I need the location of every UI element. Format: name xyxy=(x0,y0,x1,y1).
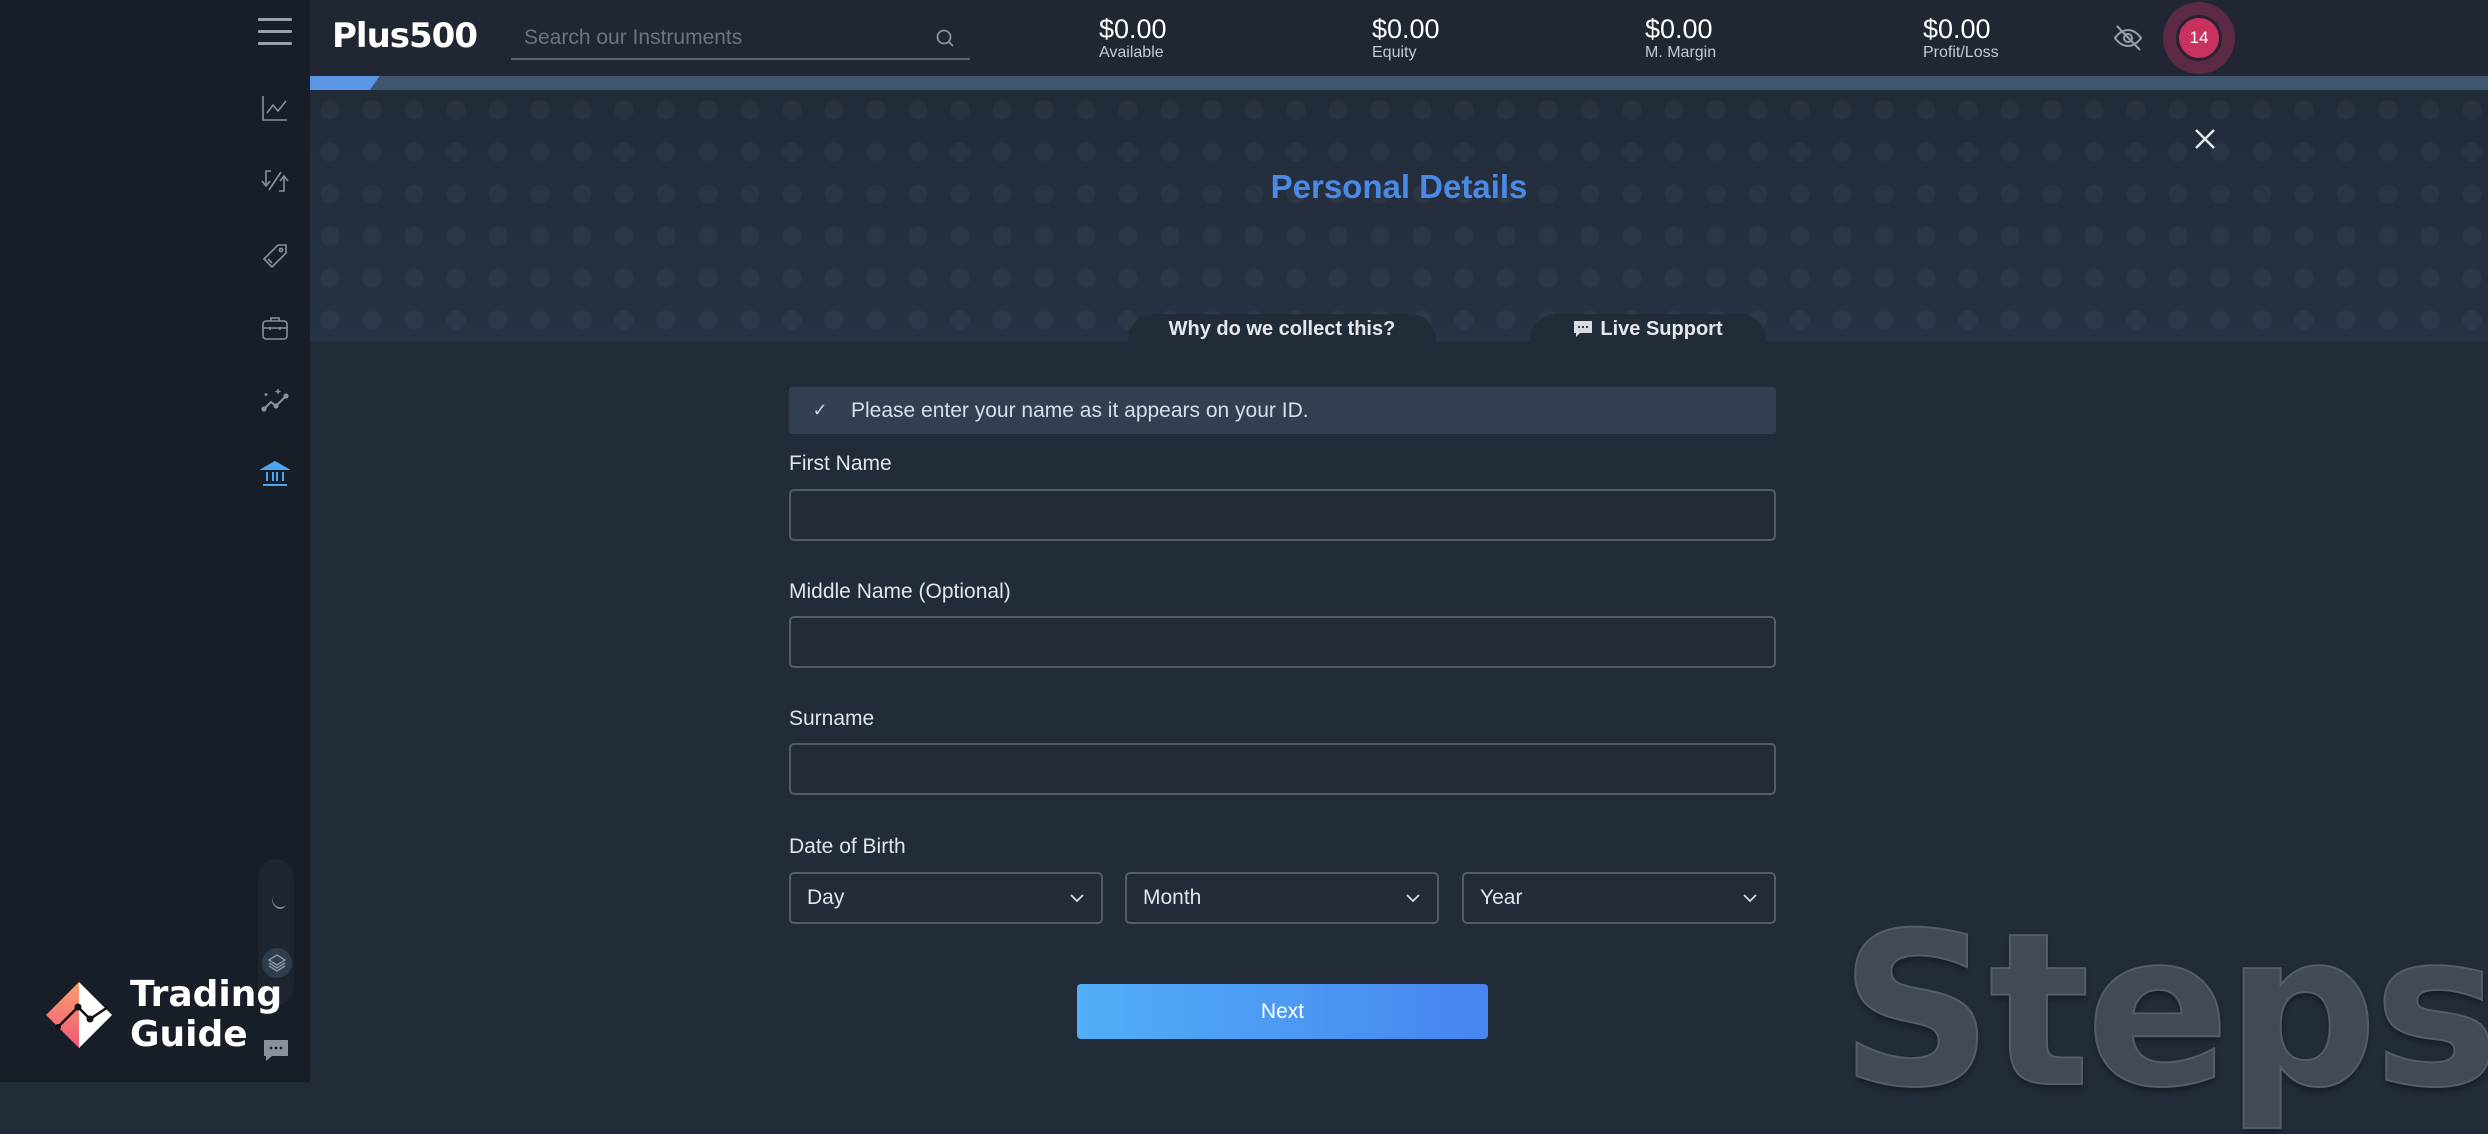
stat-margin: $0.00 M. Margin xyxy=(1645,14,1717,61)
notifications-button[interactable]: 14 xyxy=(2163,2,2235,74)
moon-icon[interactable] xyxy=(262,886,292,916)
brand-line2: Guide xyxy=(130,1014,248,1055)
tab-live-support[interactable]: Live Support xyxy=(1530,314,1766,344)
trading-guide-icon xyxy=(46,982,112,1048)
first-name-field[interactable] xyxy=(789,489,1776,541)
progress-fill xyxy=(310,76,380,90)
surname-field[interactable] xyxy=(789,743,1776,795)
progress-bar xyxy=(310,76,2488,90)
first-name-label: First Name xyxy=(789,452,892,475)
tab-why-collect[interactable]: Why do we collect this? xyxy=(1128,314,1436,344)
search-icon[interactable] xyxy=(934,27,956,49)
plus500-logo[interactable]: Plus500 xyxy=(332,16,478,56)
trade-arrows-icon[interactable] xyxy=(256,162,294,200)
next-button[interactable]: Next xyxy=(1077,984,1488,1039)
dob-year-select[interactable]: Year xyxy=(1462,872,1776,924)
hide-balance-eye-off-icon[interactable] xyxy=(2112,22,2144,54)
notification-badge: 14 xyxy=(2176,15,2222,61)
chevron-down-icon xyxy=(1070,894,1084,903)
stat-equity: $0.00 Equity xyxy=(1372,14,1440,61)
dob-day-select[interactable]: Day xyxy=(789,872,1103,924)
page-title: Personal Details xyxy=(1270,168,1528,205)
sparkle-chart-icon[interactable] xyxy=(256,382,294,420)
steps-watermark: Steps 2 xyxy=(1839,887,2488,1134)
surname-label: Surname xyxy=(789,707,875,730)
chevron-down-icon xyxy=(1743,894,1757,903)
info-message: ✓ Please enter your name as it appears o… xyxy=(789,387,1776,434)
middle-name-input[interactable] xyxy=(791,618,1774,666)
dob-label: Date of Birth xyxy=(789,835,906,858)
stat-available: $0.00 Available xyxy=(1099,14,1167,61)
bank-icon[interactable] xyxy=(256,455,294,493)
middle-name-field[interactable] xyxy=(789,616,1776,668)
trading-guide-logo: Trading Guide xyxy=(44,975,282,1055)
search-bar[interactable] xyxy=(511,18,970,60)
check-icon: ✓ xyxy=(812,400,828,420)
header-pattern-band xyxy=(310,90,2488,342)
chevron-down-icon xyxy=(1406,894,1420,903)
chat-bubble-icon xyxy=(1574,321,1593,337)
surname-input[interactable] xyxy=(791,745,1774,793)
brand-line1: Trading xyxy=(130,974,283,1015)
middle-name-label: Middle Name (Optional) xyxy=(789,580,1011,603)
price-tag-icon[interactable] xyxy=(256,235,294,273)
hamburger-menu-button[interactable] xyxy=(258,18,292,48)
stat-profit-loss: $0.00 Profit/Loss xyxy=(1923,14,1999,61)
chart-line-icon[interactable] xyxy=(256,89,294,127)
search-input[interactable] xyxy=(511,26,911,50)
dob-month-select[interactable]: Month xyxy=(1125,872,1439,924)
briefcase-icon[interactable] xyxy=(256,309,294,347)
first-name-input[interactable] xyxy=(791,491,1774,539)
close-icon[interactable] xyxy=(2190,124,2220,154)
